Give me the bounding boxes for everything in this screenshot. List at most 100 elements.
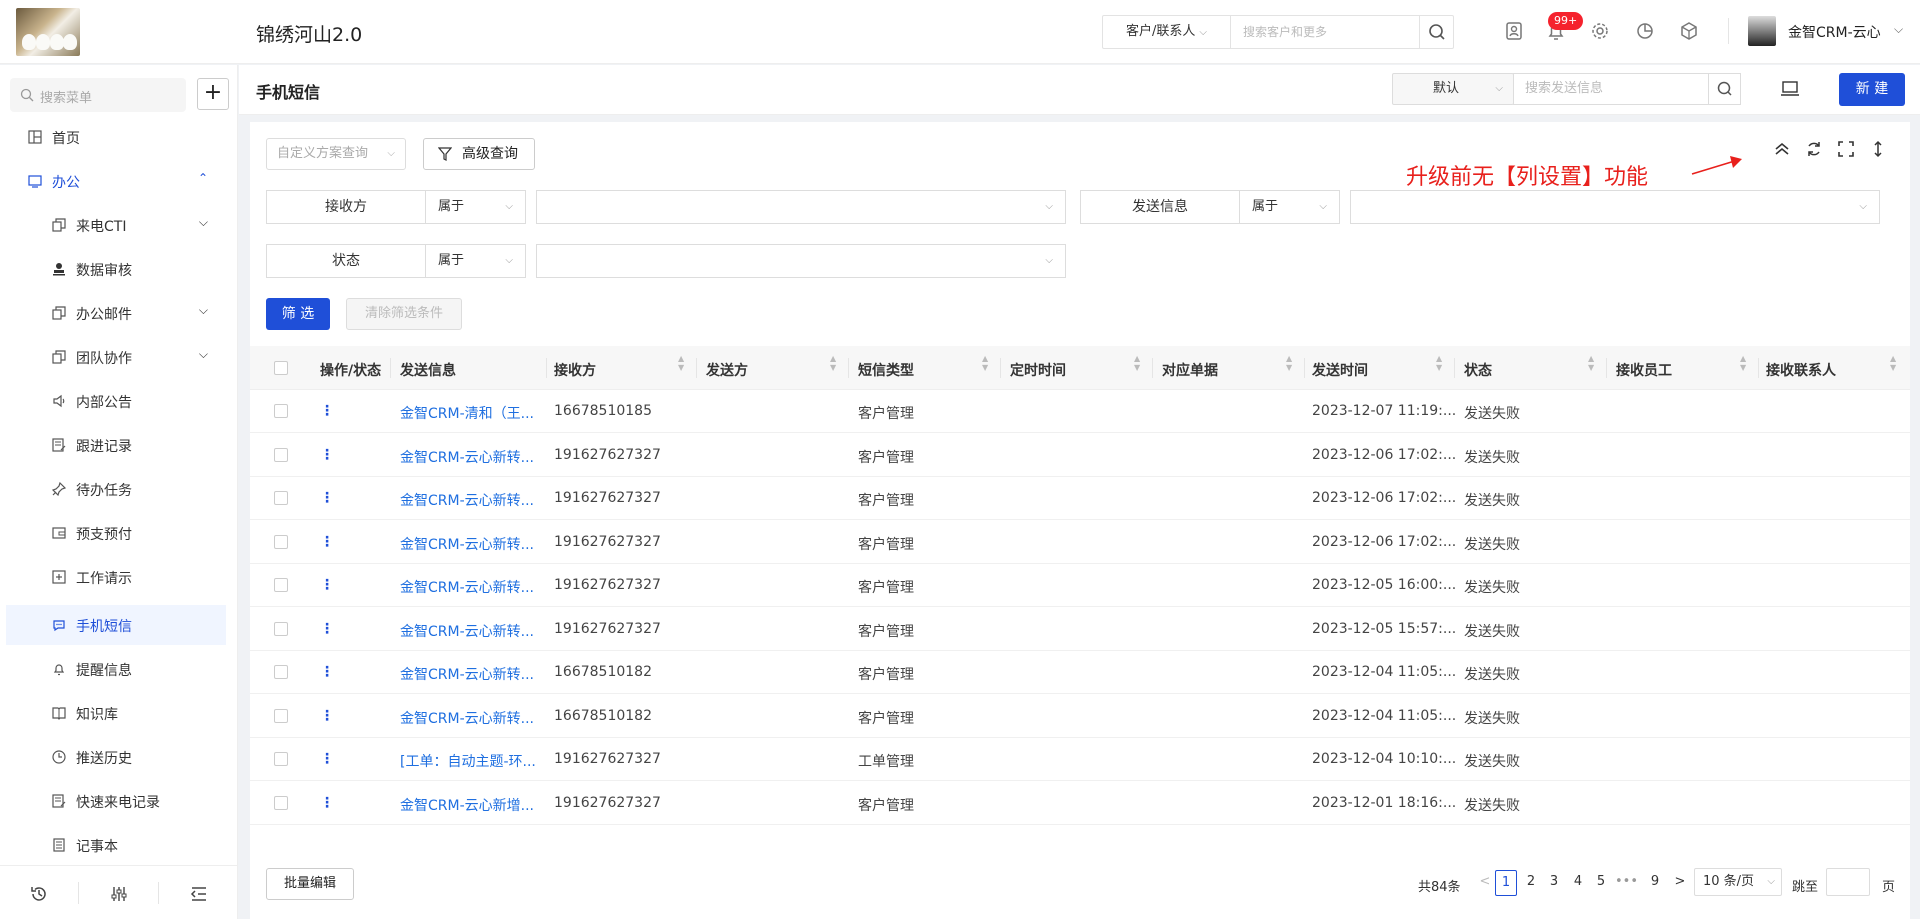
gear-icon[interactable]	[1589, 20, 1611, 42]
col-header-receiver-contact[interactable]: 接收联系人	[1766, 360, 1836, 380]
row-checkbox[interactable]	[274, 491, 288, 505]
row-actions-icon[interactable]: ⋮	[320, 708, 334, 724]
cell-send-info[interactable]: [工单：自动主题-环...	[400, 751, 536, 771]
row-checkbox[interactable]	[274, 621, 288, 636]
row-checkbox[interactable]	[274, 404, 288, 418]
sort-icon[interactable]: ▲ ▼	[1588, 354, 1594, 372]
row-checkbox[interactable]	[274, 752, 288, 766]
app-logo[interactable]	[16, 8, 80, 56]
cell-send-info[interactable]: 金智CRM-云心新转...	[400, 621, 534, 641]
sort-icon[interactable]: ▲ ▼	[982, 354, 988, 372]
cell-send-info[interactable]: 金智CRM-云心新转...	[400, 490, 534, 510]
row-checkbox[interactable]	[274, 665, 288, 679]
table-row[interactable]: ⋮ [工单：自动主题-环... 191627627327 工单管理 2023-12-04…	[250, 738, 1910, 781]
clear-filter-button[interactable]: 清除筛选条件	[346, 298, 462, 330]
user-name[interactable]: 金智CRM-云心	[1788, 22, 1881, 42]
sidebar-item-announcement[interactable]: 内部公告	[0, 381, 228, 421]
filter-value-send-info[interactable]: ⌵	[1350, 190, 1880, 224]
col-header-document[interactable]: 对应单据	[1162, 360, 1218, 380]
row-actions-icon[interactable]: ⋮	[320, 621, 334, 637]
table-row[interactable]: ⋮ 金智CRM-云心新转... 16678510182 客户管理 2023-12-04 …	[250, 651, 1910, 694]
pie-chart-icon[interactable]	[1634, 20, 1656, 42]
row-checkbox[interactable]	[274, 447, 288, 462]
row-checkbox[interactable]	[274, 708, 288, 723]
row-checkbox[interactable]	[274, 795, 288, 810]
sort-icon[interactable]: ▲ ▼	[1436, 354, 1442, 372]
table-row[interactable]: ⋮ 金智CRM-云心新转... 16678510182 客户管理 2023-12-04 …	[250, 695, 1910, 738]
sidebar-item-quick-call[interactable]: 快速来电记录	[0, 781, 228, 821]
sort-icon[interactable]: ▲ ▼	[830, 354, 836, 372]
search-scope-select[interactable]: 客户/联系人 ⌵	[1103, 16, 1231, 48]
advanced-query-button[interactable]: 高级查询	[423, 138, 535, 170]
cell-send-info[interactable]: 金智CRM-云心新转...	[400, 534, 534, 554]
sliders-icon[interactable]	[110, 885, 128, 903]
send-info-search-input[interactable]: 搜索发送信息	[1513, 73, 1709, 105]
page-5[interactable]: 5	[1590, 870, 1612, 896]
col-header-scheduled-time[interactable]: 定时时间	[1010, 360, 1066, 380]
prev-page-icon[interactable]: <	[1474, 870, 1496, 896]
sidebar-item-team[interactable]: 团队协作 ⌵	[0, 337, 228, 377]
sidebar-item-knowledge[interactable]: 知识库	[0, 693, 228, 733]
contacts-icon[interactable]	[1503, 20, 1525, 42]
col-header-send-time[interactable]: 发送时间	[1312, 360, 1368, 380]
custom-plan-select[interactable]: 自定义方案查询 ⌵	[266, 138, 406, 170]
chevron-down-icon[interactable]: ⌵	[1894, 22, 1903, 37]
jump-page-input[interactable]	[1826, 868, 1870, 896]
sidebar-item-cti[interactable]: 来电CTI ⌵	[0, 205, 228, 245]
filter-op-status[interactable]: 属于 ⌵	[426, 244, 526, 278]
sidebar-item-advance[interactable]: 预支预付	[0, 513, 228, 553]
table-row[interactable]: ⋮ 金智CRM-云心新转... 191627627327 客户管理 2023-12-05…	[250, 608, 1910, 651]
search-button[interactable]	[1419, 16, 1453, 48]
sort-icon[interactable]: ▲ ▼	[1134, 354, 1140, 372]
page-9[interactable]: 9	[1644, 870, 1666, 896]
global-search-input[interactable]: 搜索客户和更多	[1243, 16, 1327, 48]
sidebar-item-home[interactable]: 首页	[0, 117, 228, 157]
filter-button[interactable]: 筛 选	[266, 298, 330, 330]
fullscreen-icon[interactable]	[1837, 140, 1855, 158]
select-all-checkbox[interactable]	[274, 361, 288, 375]
cell-send-info[interactable]: 金智CRM-云心新转...	[400, 664, 534, 684]
cell-send-info[interactable]: 金智CRM-云心新转...	[400, 577, 534, 597]
col-header-sender[interactable]: 发送方	[706, 360, 748, 380]
sort-icon[interactable]: ▲ ▼	[1890, 354, 1896, 372]
monitor-icon[interactable]	[1781, 81, 1799, 97]
row-checkbox[interactable]	[274, 578, 288, 592]
row-checkbox[interactable]	[274, 534, 288, 549]
filter-value-receiver[interactable]: ⌵	[536, 190, 1066, 224]
row-actions-icon[interactable]: ⋮	[320, 490, 334, 506]
row-height-icon[interactable]	[1869, 140, 1887, 158]
sidebar-item-reminder[interactable]: 提醒信息	[0, 649, 228, 689]
col-header-receiver-employee[interactable]: 接收员工	[1616, 360, 1672, 380]
new-button[interactable]: 新 建	[1839, 73, 1905, 106]
table-row[interactable]: ⋮ 金智CRM-云心新增... 191627627327 客户管理 2023-12-01…	[250, 782, 1910, 825]
col-header-status[interactable]: 状态	[1464, 360, 1492, 380]
history-icon[interactable]	[30, 885, 48, 903]
avatar[interactable]	[1748, 16, 1776, 46]
sidebar-item-followup[interactable]: 跟进记录	[0, 425, 228, 465]
refresh-icon[interactable]	[1805, 140, 1823, 158]
collapse-up-icon[interactable]	[1773, 140, 1791, 158]
table-row[interactable]: ⋮ 金智CRM-云心新转... 191627627327 客户管理 2023-12-05…	[250, 564, 1910, 607]
page-3[interactable]: 3	[1543, 870, 1565, 896]
col-header-sms-type[interactable]: 短信类型	[858, 360, 914, 380]
filter-op-receiver[interactable]: 属于 ⌵	[426, 190, 526, 224]
collapse-menu-icon[interactable]	[190, 885, 208, 903]
sidebar-item-office-mail[interactable]: 办公邮件 ⌵	[0, 293, 228, 333]
next-page-icon[interactable]: >	[1669, 870, 1691, 896]
col-header-send-info[interactable]: 发送信息	[400, 360, 456, 380]
sidebar-item-data-review[interactable]: 数据审核	[0, 249, 228, 289]
row-actions-icon[interactable]: ⋮	[320, 534, 334, 550]
filter-value-status[interactable]: ⌵	[536, 244, 1066, 278]
page-ellipsis[interactable]: •••	[1615, 870, 1638, 896]
cell-send-info[interactable]: 金智CRM-云心新增...	[400, 795, 534, 815]
row-actions-icon[interactable]: ⋮	[320, 751, 334, 767]
sidebar-item-sms[interactable]: 手机短信	[6, 605, 226, 645]
sidebar-item-request[interactable]: 工作请示	[0, 557, 228, 597]
page-size-select[interactable]: 10 条/页 ⌵	[1694, 868, 1782, 896]
cube-icon[interactable]	[1678, 20, 1700, 42]
add-menu-button[interactable]: +	[197, 78, 229, 110]
cell-send-info[interactable]: 金智CRM-清和（王...	[400, 403, 534, 423]
row-actions-icon[interactable]: ⋮	[320, 795, 334, 811]
row-actions-icon[interactable]: ⋮	[320, 403, 334, 419]
table-row[interactable]: ⋮ 金智CRM-云心新转... 191627627327 客户管理 2023-12-06…	[250, 521, 1910, 564]
